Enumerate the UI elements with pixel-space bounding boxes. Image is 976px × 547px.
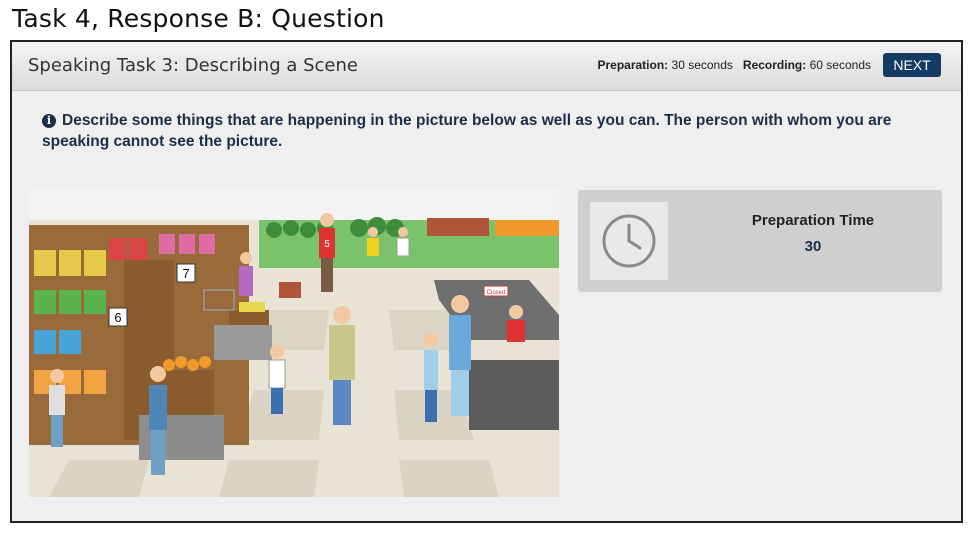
preparation-label: Preparation: xyxy=(597,58,669,72)
shirt-number: 5 xyxy=(324,239,330,250)
preparation-panel: Preparation Time 30 xyxy=(578,190,942,292)
preparation-value: 30 seconds xyxy=(671,58,733,72)
closed-sign: Closed xyxy=(487,290,506,296)
page-caption: Task 4, Response B: Question xyxy=(12,4,385,33)
recording-value: 60 seconds xyxy=(809,58,871,72)
aisle-sign-7: 7 xyxy=(182,266,189,281)
timing-info: Preparation: 30 seconds Recording: 60 se… xyxy=(597,58,871,72)
task-window: Speaking Task 3: Describing a Scene Prep… xyxy=(10,40,963,523)
next-button[interactable]: NEXT xyxy=(883,53,941,77)
instruction: i Describe some things that are happening… xyxy=(42,110,932,152)
task-title: Speaking Task 3: Describing a Scene xyxy=(28,55,358,76)
scene-picture: 7 6 Closed 5 xyxy=(29,190,559,497)
header-bar: Speaking Task 3: Describing a Scene Prep… xyxy=(12,42,961,91)
instruction-text: Describe some things that are happening … xyxy=(42,112,892,150)
supermarket-illustration: 7 6 Closed 5 xyxy=(29,190,559,497)
clock-icon xyxy=(590,202,668,280)
preparation-time-label: Preparation Time xyxy=(751,212,875,229)
info-icon: i xyxy=(42,114,56,128)
aisle-sign-6: 6 xyxy=(114,310,121,325)
preparation-time-value: 30 xyxy=(804,238,822,255)
recording-label: Recording: xyxy=(742,58,807,72)
